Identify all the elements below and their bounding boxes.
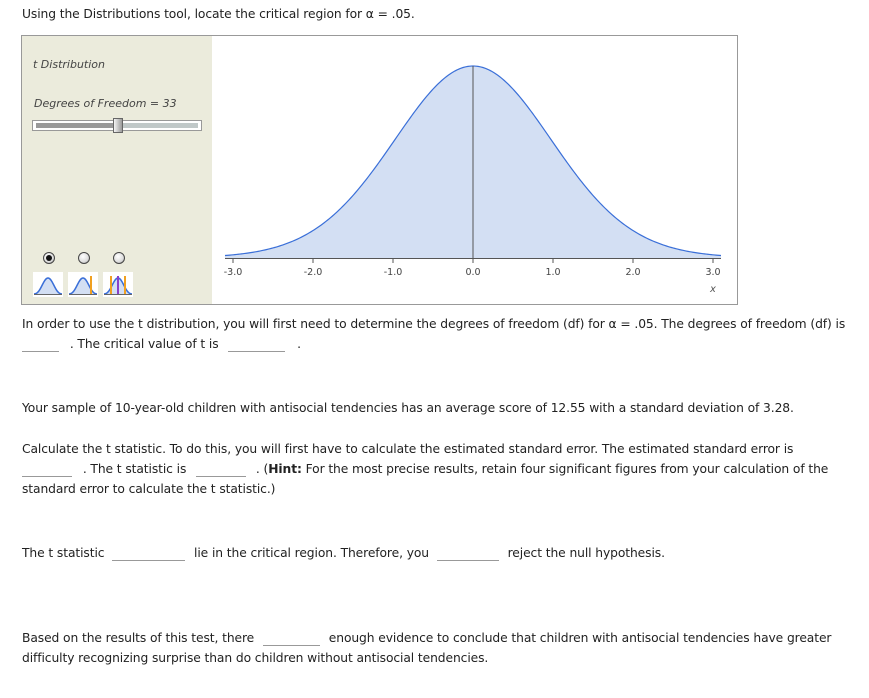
evidence-select[interactable]	[262, 631, 320, 646]
q2-line2-text: . The t statistic is	[82, 462, 187, 476]
q3-text-2: lie in the critical region. Therefore, y…	[194, 546, 429, 560]
hint-text: For the most precise results, retain fou…	[301, 462, 829, 476]
two-tailed-icon[interactable]	[103, 272, 133, 297]
df-label: Degrees of Freedom = 33	[34, 97, 177, 110]
q3-text-3: reject the null hypothesis.	[507, 546, 665, 560]
hint-label: Hint:	[268, 462, 302, 476]
x-tick-label: 2.0	[625, 267, 640, 278]
t-statistic-input[interactable]	[196, 462, 247, 477]
q3-line: The t statistic lie in the critical regi…	[22, 546, 665, 561]
df-answer-input[interactable]	[22, 337, 59, 352]
slider-fill	[36, 123, 113, 128]
control-panel: t Distribution Degrees of Freedom = 33	[22, 36, 212, 304]
radio-plain-distribution[interactable]	[43, 252, 55, 264]
q3-text-1: The t statistic	[22, 546, 105, 560]
critical-value-input[interactable]	[228, 337, 286, 352]
q2-line3: standard error to calculate the t statis…	[22, 482, 276, 496]
lie-in-region-select[interactable]	[112, 546, 186, 561]
q1-line2-text: . The critical value of t is	[69, 337, 219, 351]
q1-line2: . The critical value of t is .	[22, 337, 301, 352]
q4-text-1: Based on the results of this test, there	[22, 631, 255, 645]
x-tick-label: -1.0	[384, 267, 403, 278]
q2-line2: . The t statistic is . (Hint: For the mo…	[22, 462, 828, 477]
radio-two-tailed[interactable]	[113, 252, 125, 264]
df-slider[interactable]	[32, 118, 202, 133]
plain-distribution-icon[interactable]	[33, 272, 63, 297]
slider-rest	[121, 123, 198, 128]
slider-thumb[interactable]	[113, 118, 123, 133]
q4-line1: Based on the results of this test, there…	[22, 631, 831, 646]
standard-error-input[interactable]	[22, 462, 72, 477]
reject-null-select[interactable]	[436, 546, 499, 561]
distributions-tool: t Distribution Degrees of Freedom = 33 -…	[21, 35, 738, 305]
q1-period: .	[297, 337, 301, 351]
x-tick-label: 3.0	[705, 267, 720, 278]
distribution-label: t Distribution	[33, 58, 105, 71]
x-tick-label: -2.0	[304, 267, 323, 278]
one-tailed-icon[interactable]	[68, 272, 98, 297]
sample-description: Your sample of 10-year-old children with…	[22, 401, 794, 415]
x-tick-label: 0.0	[465, 267, 480, 278]
radio-one-tailed[interactable]	[78, 252, 90, 264]
x-axis-label: x	[709, 284, 716, 295]
q1-line1: In order to use the t distribution, you …	[22, 317, 846, 331]
t-distribution-plot: -3.0 -2.0 -1.0 0.0 1.0 2.0 3.0 x	[224, 65, 722, 295]
q4-text-2: enough evidence to conclude that childre…	[328, 631, 832, 645]
instruction-text: Using the Distributions tool, locate the…	[22, 7, 415, 21]
q4-line2: difficulty recognizing surprise than do …	[22, 651, 489, 665]
x-tick-label: 1.0	[545, 267, 560, 278]
q2-paren: . (	[255, 462, 269, 476]
q2-line1: Calculate the t statistic. To do this, y…	[22, 442, 794, 456]
x-tick-label: -3.0	[224, 267, 243, 278]
